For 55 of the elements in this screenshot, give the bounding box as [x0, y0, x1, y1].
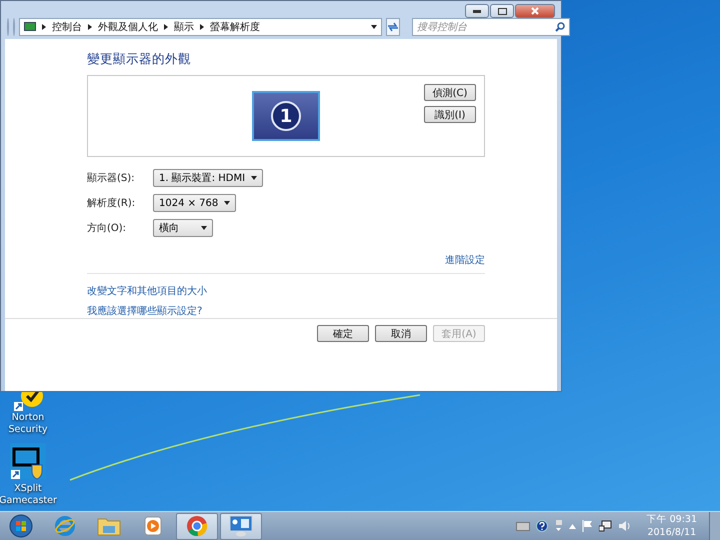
breadcrumb-item[interactable]: 外觀及個人化 — [98, 20, 158, 34]
setting-label: 顯示器(S): — [87, 172, 136, 185]
minimize-button[interactable] — [465, 4, 489, 18]
display-settings-icon — [229, 515, 253, 537]
speaker-icon[interactable] — [618, 520, 631, 532]
caret-up-icon[interactable] — [568, 524, 576, 528]
setting-dropdown[interactable]: 橫向 — [153, 219, 213, 237]
setting-dropdown[interactable]: 1024 × 768 — [153, 194, 236, 212]
taskbar-app-button[interactable] — [220, 512, 262, 540]
monitor-number: 1 — [271, 101, 301, 131]
address-bar[interactable]: 控制台 外觀及個人化 顯示 螢幕解析度 — [19, 18, 382, 36]
preview-button[interactable]: 識別(I) — [424, 106, 476, 123]
chevron-icon — [88, 24, 92, 30]
flag-icon[interactable] — [582, 520, 593, 532]
dialog-button[interactable]: 確定 — [317, 325, 369, 342]
show-desktop-button[interactable] — [709, 512, 720, 540]
keyboard-icon[interactable] — [516, 522, 530, 530]
desktop-icon-label[interactable]: Norton Security — [2, 412, 54, 436]
help-icon[interactable] — [536, 520, 548, 532]
dialog-button[interactable]: 取消 — [375, 325, 427, 342]
browser-e-icon — [54, 515, 76, 537]
help-link[interactable]: 改變文字和其他項目的大小 — [87, 284, 207, 298]
desktop-icon-label[interactable]: XSplit Gamecaster — [0, 483, 57, 507]
chrome-icon — [186, 515, 208, 537]
maximize-icon — [498, 8, 506, 14]
advanced-settings-link[interactable]: 進階設定 — [445, 253, 485, 267]
monitor-thumbnail[interactable]: 1 — [252, 91, 320, 141]
setting-dropdown[interactable]: 1. 顯示裝置: HDMI — [153, 169, 264, 187]
chevron-icon — [200, 24, 204, 30]
breadcrumb-item[interactable]: 控制台 — [52, 20, 82, 34]
chevron-icon — [164, 24, 168, 30]
minimize-icon — [473, 10, 481, 12]
dropdown-caret-icon — [371, 25, 377, 29]
monitor-icon — [24, 22, 36, 32]
chevron-icon — [42, 24, 46, 30]
search-icon — [555, 22, 565, 32]
taskbar-app-button[interactable] — [176, 512, 218, 540]
setting-label: 解析度(R): — [87, 196, 136, 210]
search-field[interactable]: 搜尋控制台 — [412, 18, 570, 36]
breadcrumb-item[interactable]: 顯示 — [174, 20, 194, 34]
breadcrumb-item[interactable]: 螢幕解析度 — [210, 20, 260, 34]
page-heading: 變更顯示器的外觀 — [87, 51, 192, 68]
maximize-button[interactable] — [490, 4, 514, 18]
start-orb-icon — [9, 514, 33, 538]
network-icon[interactable] — [598, 520, 612, 532]
preview-button[interactable]: 偵測(C) — [424, 84, 476, 101]
close-button[interactable] — [515, 4, 555, 18]
refresh-button[interactable] — [386, 18, 400, 36]
close-icon — [531, 7, 539, 15]
folder-icon — [97, 516, 121, 536]
help-link[interactable]: 我應該選擇哪些顯示設定? — [87, 304, 202, 318]
refresh-arrows-icon — [387, 22, 399, 32]
network-arrows-icon[interactable] — [554, 520, 563, 532]
setting-label: 方向(O): — [87, 222, 128, 235]
play-icon — [143, 516, 163, 536]
